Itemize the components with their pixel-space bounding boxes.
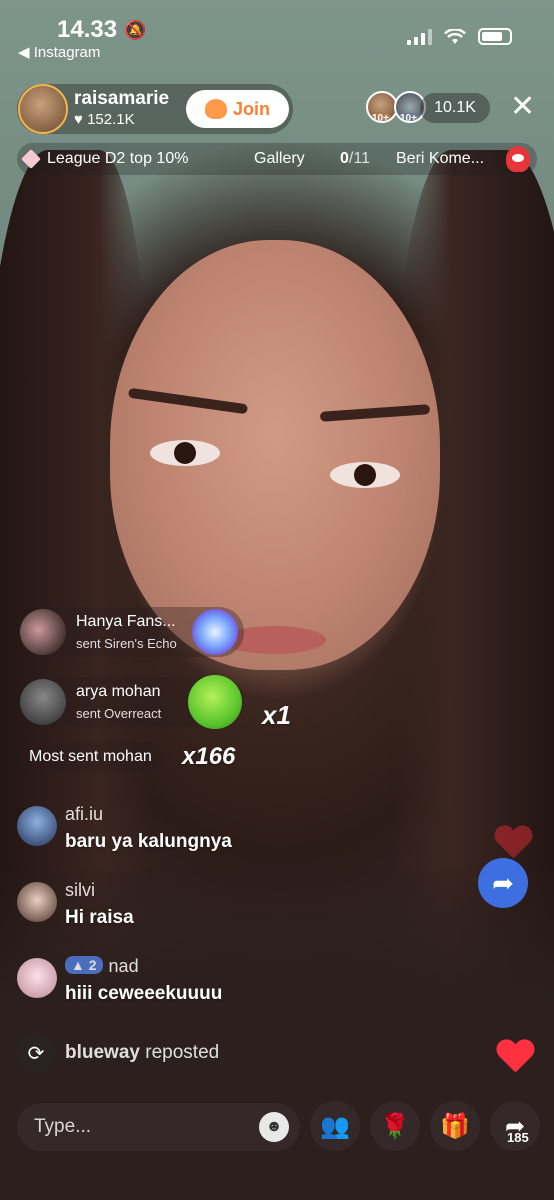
video-detail [330,462,400,488]
gift-icon[interactable]: 🎁 [430,1101,480,1151]
bell-slash-icon: 🔕 [124,20,147,40]
repost-icon: ⟳ [17,1034,55,1072]
repost-action: reposted [145,1042,220,1063]
gift-description: sent Siren's Echo [76,636,177,651]
rose-icon[interactable]: 🌹 [370,1101,420,1151]
back-app-label: Instagram [33,44,101,61]
close-icon[interactable]: ✕ [510,92,535,122]
most-sent-multiplier: x166 [182,743,236,770]
comment-placeholder: Type... [34,1116,92,1137]
gallery-progress[interactable]: 0/11 [340,150,370,168]
chevron-up-icon: ▲ [71,957,85,973]
overreact-gift-icon [188,675,242,729]
comment-text: hiii ceweeekuuuu [65,983,223,1004]
level-badge: ▲ 2 [65,956,103,974]
commenter-name[interactable]: silvi [65,880,95,901]
repost-notice: blueway reposted [65,1042,219,1064]
comment-text: baru ya kalungnya [65,831,232,852]
league-rank[interactable]: League D2 top 10% [47,150,188,168]
join-label: Join [232,98,270,119]
most-sent-user: mohan [102,748,152,765]
commenter-name: nad [108,956,139,976]
commenter-avatar[interactable] [17,806,57,846]
viewer-badge: 10+ [398,113,419,123]
diamond-icon [21,149,41,169]
emoji-icon[interactable]: ☻ [259,1112,289,1142]
join-button[interactable]: Join [186,90,289,128]
gift-sender-avatar[interactable] [20,679,66,725]
heart-icon: ♥ [74,111,83,128]
floating-heart-icon [494,826,532,860]
gallery-label[interactable]: Gallery [254,150,305,168]
fan-club-heart-icon [204,99,227,119]
gallery-total: /11 [348,150,370,167]
back-to-app-link[interactable]: ◀ Instagram [18,43,100,61]
heart-icon[interactable] [496,1040,534,1074]
video-detail [150,440,220,466]
share-icon[interactable]: ➦ [478,858,528,908]
level-number: 2 [88,957,97,973]
gift-sender-avatar[interactable] [20,609,66,655]
host-likes: ♥ 152.1K [74,111,135,128]
status-bar: 14.33 🔕 ◀ Instagram [0,0,554,62]
most-sent-banner: Most sent mohan [18,742,163,772]
live-stream-screen: 14.33 🔕 ◀ Instagram raisamarie ♥ 152.1K … [0,0,554,1200]
mascot-icon[interactable] [506,146,530,172]
viewer-count[interactable]: 10.1K [420,93,490,123]
comment-task[interactable]: Beri Kome... [396,150,484,168]
host-info[interactable]: raisamarie ♥ 152.1K Join [17,84,293,134]
gift-sender-name: arya mohan [76,683,161,700]
signal-icon [407,28,432,45]
gallery-current: 0 [340,150,349,167]
live-info-bar: League D2 top 10% Gallery 0/11 Beri Kome… [17,143,537,175]
gift-notification: Hanya Fans... sent Siren's Echo [18,607,244,657]
repost-user[interactable]: blueway [65,1042,140,1063]
gift-sender-name: Hanya Fans... [76,613,176,630]
commenter-avatar[interactable] [17,958,57,998]
comment-input[interactable]: Type... ☻ [17,1103,300,1151]
battery-icon [478,28,512,45]
gift-description: sent Overreact [76,706,162,721]
most-sent-prefix: Most sent [29,748,99,765]
viewer-badge: 10+ [370,113,391,123]
wifi-icon [444,28,466,44]
siren-echo-gift-icon [192,609,238,655]
commenter-name-row[interactable]: ▲ 2 nad [65,956,139,977]
share-count: 185 [507,1130,529,1145]
clock: 14.33 [57,16,118,43]
commenter-name[interactable]: afi.iu [65,804,103,825]
commenter-avatar[interactable] [17,882,57,922]
host-username[interactable]: raisamarie [74,88,169,110]
gift-notification: arya mohan sent Overreact [18,675,244,729]
host-likes-count: 152.1K [87,111,135,128]
host-avatar[interactable] [18,84,68,134]
comment-text: Hi raisa [65,907,134,928]
people-icon[interactable]: 👥 [310,1101,360,1151]
system-icons [407,28,512,45]
gift-multiplier: x1 [262,700,291,730]
